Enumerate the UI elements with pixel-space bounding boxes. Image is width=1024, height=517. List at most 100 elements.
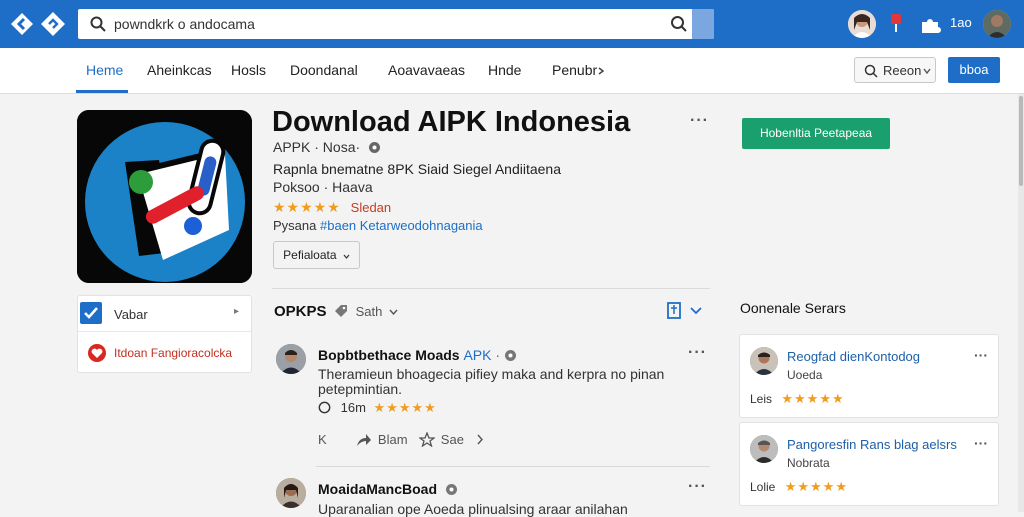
- app-rating: ★★★★★ Sledan: [273, 199, 391, 216]
- search-icon: [864, 64, 878, 78]
- side-menu: Vabar ▸ Itdoan Fangioracolcka: [77, 295, 252, 373]
- chevron-down-icon: [923, 68, 931, 74]
- info-icon[interactable]: [445, 483, 458, 496]
- similar-app-rating-label: Lolie: [750, 480, 776, 494]
- user-avatar-icon: [848, 10, 876, 38]
- install-button[interactable]: Hobenltia Peetapeaa: [742, 118, 890, 149]
- review-actions: K Blam Sae: [318, 431, 484, 448]
- reviewer-tag[interactable]: APK ·: [463, 347, 500, 363]
- side-item-report-label: Itdoan Fangioracolcka: [114, 346, 233, 360]
- filter-control[interactable]: [666, 302, 704, 325]
- tag-icon: [335, 305, 347, 317]
- app-tag-link[interactable]: #baen Ketarweodohnagania: [320, 218, 483, 233]
- user-avatar[interactable]: [848, 10, 876, 38]
- app-subtitle: APPK · Nosa·: [273, 139, 381, 155]
- side-item-report[interactable]: Itdoan Fangioracolcka: [78, 333, 251, 373]
- back-diamond-icon[interactable]: [10, 12, 34, 36]
- review-more-menu[interactable]: ···: [688, 344, 707, 362]
- reviewer-avatar[interactable]: [276, 344, 306, 374]
- alert-heart-icon: [88, 344, 106, 362]
- reviews-title: OPKPS: [274, 303, 327, 320]
- primary-nav-button[interactable]: bboa: [948, 57, 1000, 83]
- nav-item-penubr[interactable]: Penubr: [552, 62, 597, 78]
- app-tags-prefix: Pysana: [273, 218, 317, 233]
- notification-pin-icon[interactable]: [888, 13, 904, 35]
- checkbox-checked-icon[interactable]: [80, 302, 102, 324]
- nav-item-hosts[interactable]: Hosls: [231, 62, 266, 78]
- review-stars: ★★★★★: [373, 400, 437, 415]
- section-divider: [272, 288, 710, 289]
- nav-item-categories[interactable]: Aoavavaeas: [388, 62, 465, 78]
- app-more-menu[interactable]: ···: [690, 112, 709, 130]
- top-bar: 1ao: [0, 0, 1024, 48]
- search-submit-icon[interactable]: [670, 15, 688, 33]
- similar-app-name[interactable]: Pangoresfin Rans blag aelsrs: [787, 437, 957, 452]
- similar-app-card[interactable]: Reogfad dienKontodog ··· Uoeda Leis ★★★★…: [739, 334, 999, 418]
- star-outline-icon[interactable]: [418, 431, 437, 448]
- review-item: MoaidaMancBoad ··· Uparanalian ope Aoeda…: [272, 478, 710, 517]
- clock-icon: [318, 401, 331, 414]
- user-label[interactable]: 1ao: [950, 15, 972, 30]
- app-rating-label[interactable]: Sledan: [351, 200, 391, 215]
- similar-app-name[interactable]: Reogfad dienKontodog: [787, 349, 920, 364]
- similar-app-card[interactable]: Pangoresfin Rans blag aelsrs ··· Nobrata…: [739, 422, 999, 506]
- side-item-vabar[interactable]: Vabar ▸: [78, 296, 251, 332]
- app-subtitle-text: APPK · Nosa·: [273, 139, 361, 155]
- sort-dropdown[interactable]: Sath: [334, 304, 398, 319]
- similar-app-avatar: [750, 435, 778, 463]
- reviewer-name-text: MoaidaMancBoad: [318, 481, 438, 497]
- nav-item-applications[interactable]: Aheinkcas: [147, 62, 212, 78]
- search-icon: [90, 16, 106, 32]
- review-count: 16m: [340, 400, 366, 415]
- info-icon[interactable]: [504, 349, 517, 362]
- app-title: Download AIPK Indonesia: [272, 106, 631, 138]
- app-meta: Poksoo · Haava: [273, 179, 373, 195]
- scrollbar-thumb[interactable]: [1019, 96, 1023, 186]
- permissions-button[interactable]: Pefialoata: [273, 241, 360, 269]
- similar-app-rating: Lolie ★★★★★: [750, 479, 848, 495]
- nav-item-more[interactable]: Hnde: [488, 62, 521, 78]
- bookmark-filter-icon: [667, 302, 702, 319]
- chevron-right-icon: ▸: [234, 306, 240, 317]
- similar-app-sub: Nobrata: [787, 456, 830, 470]
- similar-app-stars: ★★★★★: [781, 391, 845, 406]
- side-item-vabar-label: Vabar: [114, 307, 148, 322]
- similar-app-more-menu[interactable]: ···: [974, 435, 988, 451]
- app-icon: [77, 110, 252, 283]
- search-input[interactable]: [114, 13, 674, 35]
- app-rating-stars: ★★★★★: [273, 199, 341, 215]
- review-more-menu[interactable]: ···: [688, 478, 707, 496]
- permissions-button-label: Pefialoata: [283, 248, 337, 262]
- reviewer-name: Bopbtbethace Moads APK ·: [318, 347, 517, 363]
- similar-app-rating-label: Leis: [750, 392, 773, 406]
- review-meta: 16m ★★★★★: [318, 400, 437, 416]
- review-divider: [316, 466, 710, 467]
- app-logo-icon[interactable]: [40, 11, 66, 37]
- similar-app-more-menu[interactable]: ···: [974, 347, 988, 363]
- search-button-edge[interactable]: [692, 9, 714, 39]
- profile-avatar[interactable]: [983, 10, 1011, 38]
- chevron-right-icon[interactable]: [476, 434, 484, 445]
- search-box[interactable]: [78, 9, 714, 39]
- info-icon[interactable]: [368, 141, 381, 154]
- share-label[interactable]: Blam: [378, 432, 408, 447]
- share-icon[interactable]: [356, 433, 372, 447]
- region-select[interactable]: Reeon: [854, 57, 936, 83]
- app-description: Rapnla bnematne 8PK Siaid Siegel Andiita…: [273, 161, 561, 177]
- similar-app-sub: Uoeda: [787, 368, 823, 382]
- chevron-down-icon: [389, 309, 398, 316]
- region-label: Reeon: [883, 63, 922, 78]
- similar-app-avatar: [750, 347, 778, 375]
- active-tab-indicator: [76, 90, 128, 93]
- review-body: Uparanalian ope Aoeda plinualsing araar …: [318, 501, 628, 517]
- app-logo-icon: [77, 110, 252, 283]
- nav-item-home[interactable]: Heme: [86, 62, 123, 78]
- puzzle-icon[interactable]: [920, 14, 942, 34]
- nav-item-download[interactable]: Doondanal: [290, 62, 358, 78]
- chevron-right-icon: [598, 67, 605, 75]
- review-item: Bopbtbethace Moads APK · ··· Theramieun …: [272, 344, 710, 464]
- reviewer-name: MoaidaMancBoad: [318, 481, 458, 497]
- save-label[interactable]: Sae: [441, 432, 464, 447]
- reply-button[interactable]: K: [318, 432, 327, 447]
- reviewer-avatar[interactable]: [276, 478, 306, 508]
